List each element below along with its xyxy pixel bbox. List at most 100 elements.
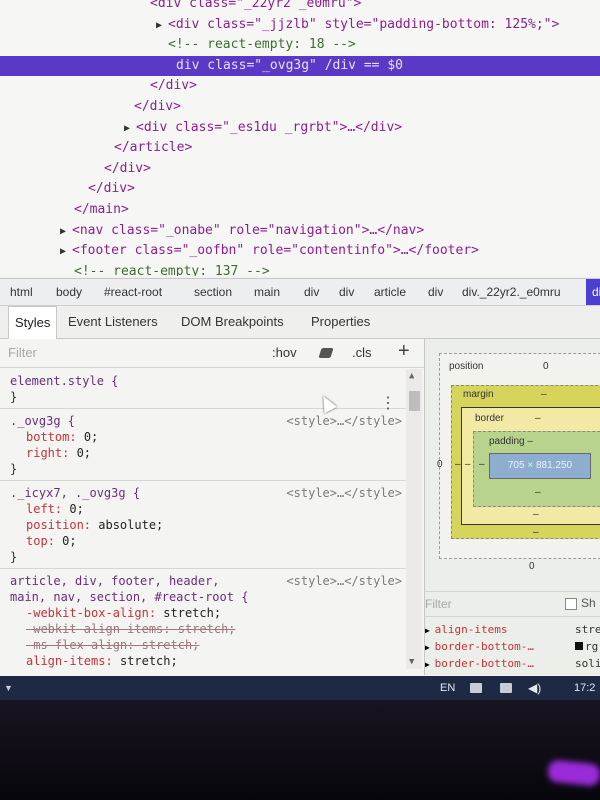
rule-source-link[interactable]: <style>…</style> xyxy=(286,573,402,589)
css-property[interactable]: align-items: stretch; xyxy=(10,653,406,669)
dom-node[interactable]: ▶ <footer class="_oofbn" role="contentinf… xyxy=(0,241,600,261)
css-property-name[interactable]: align-items xyxy=(26,654,105,668)
dom-node[interactable]: </div> xyxy=(0,179,600,199)
show-all-checkbox[interactable] xyxy=(565,598,577,610)
position-bottom-value[interactable]: 0 xyxy=(529,561,535,572)
new-rule-button[interactable]: + xyxy=(398,340,410,363)
padding-bottom-value[interactable]: – xyxy=(535,487,541,498)
breadcrumb-item[interactable]: #react-root xyxy=(104,279,162,305)
scroll-up-icon[interactable]: ▲ xyxy=(409,371,414,381)
padding-left-value[interactable]: – xyxy=(479,459,485,470)
computed-property[interactable]: ▶ align-items stre xyxy=(425,621,600,638)
css-property-value[interactable]: absolute; xyxy=(98,518,163,532)
tab-dom-breakpoints[interactable]: DOM Breakpoints xyxy=(181,306,284,338)
selected-dom-node[interactable]: div class="_ovg3g" /div == $0 xyxy=(0,55,600,76)
css-property-name[interactable]: top xyxy=(26,534,48,548)
margin-top-value[interactable]: – xyxy=(541,389,547,400)
css-property[interactable]: right: 0; xyxy=(10,445,406,461)
breadcrumb-item[interactable]: div xyxy=(428,279,443,305)
style-rule[interactable]: article, div, footer, header, main, nav, … xyxy=(10,573,406,669)
computed-filter-input[interactable]: Filter xyxy=(425,597,452,611)
position-top-value[interactable]: 0 xyxy=(543,361,549,372)
breadcrumb-item[interactable]: body xyxy=(56,279,82,305)
breadcrumb-item[interactable]: div xyxy=(304,279,319,305)
rule-source-link[interactable]: <style>…</style> xyxy=(286,413,402,429)
css-property[interactable]: left: 0; xyxy=(10,501,406,517)
rule-selector[interactable]: main, nav, section, #react-root { xyxy=(10,589,406,605)
more-options-icon[interactable]: ⋮ xyxy=(380,393,396,412)
dom-node[interactable]: </article> xyxy=(0,138,600,158)
breadcrumb-item[interactable]: div xyxy=(339,279,354,305)
dom-node[interactable]: ▶ <div class="_es1du _rgrbt">…</div> xyxy=(0,118,600,138)
css-property-value[interactable]: 0; xyxy=(77,446,91,460)
breadcrumb-item[interactable]: html xyxy=(10,279,33,305)
dom-node[interactable]: </div> xyxy=(0,159,600,179)
expand-triangle-icon[interactable]: ▶ xyxy=(425,626,435,635)
expand-triangle-icon[interactable]: ▶ xyxy=(124,119,136,139)
expand-triangle-icon[interactable]: ▶ xyxy=(425,643,435,652)
css-property-name[interactable]: -webkit-align-items xyxy=(26,622,163,636)
dom-node[interactable]: <div class="_22yr2 _e0mru"> xyxy=(0,0,600,14)
css-property[interactable]: top: 0; xyxy=(10,533,406,549)
styles-scrollbar[interactable]: ▲ ▼ xyxy=(406,369,422,669)
scroll-thumb[interactable] xyxy=(409,391,420,411)
css-property[interactable]: bottom: 0; xyxy=(10,429,406,445)
css-property[interactable]: position: absolute; xyxy=(10,517,406,533)
dom-node[interactable]: </div> xyxy=(0,76,600,96)
dom-node[interactable]: ▶ <div class="_jjzlb" style="padding-bott… xyxy=(0,15,600,35)
css-property-name[interactable]: position xyxy=(26,518,84,532)
css-property[interactable]: -webkit-box-align: stretch; xyxy=(10,605,406,621)
css-property-name[interactable]: -ms-flex-align xyxy=(26,638,127,652)
css-property-value[interactable]: stretch; xyxy=(142,638,200,652)
rule-selector[interactable]: element.style { xyxy=(10,373,406,389)
scroll-down-icon[interactable]: ▼ xyxy=(409,657,414,667)
css-property-value[interactable]: 0; xyxy=(84,430,98,444)
rule-source-link[interactable]: <style>…</style> xyxy=(286,485,402,501)
style-rule[interactable]: ._ovg3g {<style>…</style> bottom: 0; right… xyxy=(10,413,406,477)
css-property-name[interactable]: left xyxy=(26,502,55,516)
tab-event-listeners[interactable]: Event Listeners xyxy=(68,306,158,338)
border-top-value[interactable]: – xyxy=(535,413,541,424)
color-swatch-icon[interactable] xyxy=(575,642,583,650)
margin-left-value[interactable]: – xyxy=(455,459,461,470)
css-property-value[interactable]: stretch; xyxy=(178,622,236,636)
network-icon[interactable] xyxy=(500,683,512,693)
css-property-name[interactable]: bottom xyxy=(26,430,69,444)
computed-property[interactable]: ▶ border-bottom-… rg xyxy=(425,638,600,655)
breadcrumb-item[interactable]: article xyxy=(374,279,406,305)
expand-triangle-icon[interactable]: ▶ xyxy=(60,222,72,242)
dom-node[interactable]: ▶ <nav class="_onabe" role="navigation">…… xyxy=(0,221,600,241)
dom-node[interactable]: <!-- react-empty: 18 --> xyxy=(0,35,600,55)
css-property-name[interactable]: right xyxy=(26,446,62,460)
css-property-value[interactable]: stretch; xyxy=(163,606,221,620)
class-toggle[interactable]: .cls xyxy=(352,345,372,360)
computed-property[interactable]: ▶ border-bottom-… soli xyxy=(425,655,600,672)
clock[interactable]: 17:2 xyxy=(574,676,595,700)
scroll-down-arrow-icon[interactable]: ▼ xyxy=(4,676,13,700)
styles-filter-input[interactable]: Filter xyxy=(8,345,37,360)
expand-triangle-icon[interactable]: ▶ xyxy=(156,16,168,36)
dom-node[interactable]: <!-- react-empty: 137 --> xyxy=(0,262,600,276)
border-left-value[interactable]: – xyxy=(465,459,471,470)
paint-brush-icon[interactable] xyxy=(318,348,334,358)
tab-properties[interactable]: Properties xyxy=(311,306,370,338)
dom-node[interactable]: </main> xyxy=(0,200,600,220)
style-rule[interactable]: element.style {} xyxy=(10,373,406,405)
expand-triangle-icon[interactable]: ▶ xyxy=(60,242,72,262)
breadcrumb-item[interactable]: div xyxy=(586,279,600,305)
expand-triangle-icon[interactable]: ▶ xyxy=(425,660,435,669)
css-property-value[interactable]: 0; xyxy=(69,502,83,516)
border-bottom-value[interactable]: – xyxy=(533,509,539,520)
style-rule[interactable]: ._icyx7, ._ovg3g {<style>…</style> left: … xyxy=(10,485,406,565)
margin-bottom-value[interactable]: – xyxy=(533,527,539,538)
css-property-value[interactable]: 0; xyxy=(62,534,76,548)
css-property-name[interactable]: -webkit-box-align xyxy=(26,606,149,620)
css-property[interactable]: -webkit-align-items: stretch; xyxy=(10,621,406,637)
breadcrumb-item[interactable]: section xyxy=(194,279,232,305)
breadcrumb-item[interactable]: div._22yr2._e0mru xyxy=(462,279,561,305)
box-model-content[interactable]: 705 × 881.250 xyxy=(489,453,591,479)
breadcrumb-item[interactable]: main xyxy=(254,279,280,305)
elements-tree[interactable]: <div class="_22yr2 _e0mru"> ▶ <div class="… xyxy=(0,0,600,276)
hover-state-toggle[interactable]: :hov xyxy=(272,345,297,360)
tab-styles[interactable]: Styles xyxy=(8,306,58,339)
